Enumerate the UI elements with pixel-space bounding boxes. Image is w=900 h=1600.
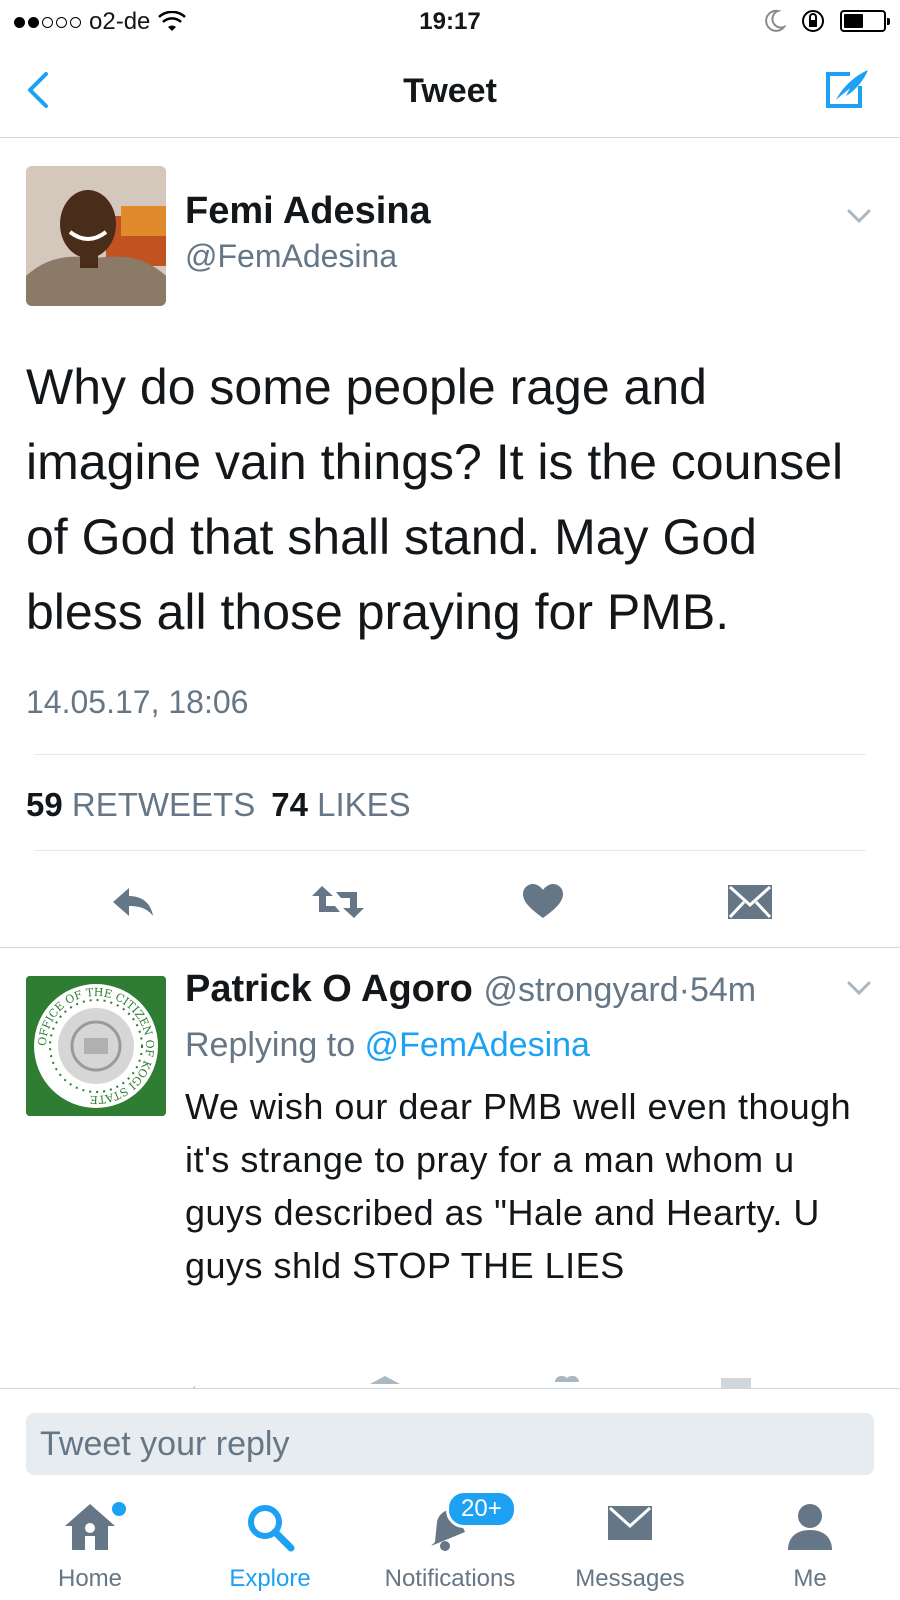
reply-icon [113, 888, 153, 916]
author-avatar[interactable] [26, 166, 166, 306]
tweet-stats: 59 RETWEETS 74 LIKES [26, 786, 411, 824]
reply-input[interactable]: Tweet your reply [26, 1413, 874, 1475]
tweet-timestamp: 14.05.17, 18:06 [26, 684, 249, 720]
reply-author-name[interactable]: Patrick O Agoro [185, 968, 473, 1010]
retweets-count: 59 [26, 786, 63, 823]
reply-text: We wish our dear PMB well even though it… [185, 1086, 852, 1286]
tab-label: Messages [575, 1565, 685, 1592]
kogi-seal-logo: OFFICE OF THE CITIZEN OF KOGI STATE [26, 976, 166, 1116]
tab-label: Explore [229, 1565, 311, 1592]
likes-label: LIKES [317, 786, 411, 823]
author-name[interactable]: Femi Adesina [185, 190, 431, 233]
like-button[interactable] [515, 874, 571, 930]
reply-button[interactable] [105, 874, 161, 930]
divider [34, 754, 866, 755]
reply-author-handle[interactable]: @strongyard [483, 971, 678, 1009]
reply-author-avatar[interactable]: OFFICE OF THE CITIZEN OF KOGI STATE [26, 976, 166, 1116]
author-handle[interactable]: @FemAdesina [185, 238, 397, 275]
direct-message-button[interactable] [722, 874, 778, 930]
tab-notifications[interactable]: 20+ Notifications [360, 1480, 540, 1600]
home-new-dot [112, 1502, 126, 1516]
tab-bar: Home Explore 20+ Notifications Messages [0, 1480, 900, 1600]
replying-to-line: Replying to @FemAdesina [185, 1026, 590, 1065]
status-bar: o2-de 19:17 [0, 0, 900, 44]
battery-icon [840, 10, 890, 32]
battery-level [844, 14, 863, 28]
person-icon [788, 1504, 832, 1550]
tab-label: Me [793, 1565, 827, 1592]
tab-me[interactable]: Me [720, 1480, 900, 1600]
reply-header: Patrick O Agoro @strongyard·54m [185, 968, 756, 1011]
retweet-icon [312, 886, 364, 918]
search-icon [248, 1505, 295, 1552]
tweet-options-button[interactable] [846, 208, 872, 229]
tab-home[interactable]: Home [0, 1480, 180, 1600]
tab-label: Home [57, 1565, 123, 1592]
meta-separator: · [678, 971, 690, 1009]
moon-icon [765, 9, 786, 32]
chevron-down-icon [847, 209, 871, 224]
orientation-lock-icon [802, 10, 824, 32]
avatar-photo [26, 166, 166, 306]
reply-options-button[interactable] [846, 980, 872, 1001]
retweets-stat[interactable]: 59 RETWEETS [26, 786, 255, 824]
tweet-actions [0, 874, 900, 934]
tab-label: Notifications [384, 1565, 516, 1592]
notifications-badge: 20+ [446, 1490, 517, 1528]
reply-composer-bar: Tweet your reply [0, 1388, 900, 1480]
home-icon [65, 1504, 115, 1550]
likes-count: 74 [271, 786, 308, 823]
page-title: Tweet [403, 72, 497, 110]
reply-actions-partial [185, 1372, 785, 1388]
replying-mention-link[interactable]: @FemAdesina [365, 1026, 590, 1064]
nav-bar: Tweet [0, 44, 900, 138]
envelope-icon [728, 885, 772, 919]
heart-icon [523, 884, 563, 918]
divider [34, 850, 866, 851]
likes-stat[interactable]: 74 LIKES [271, 786, 410, 824]
compose-icon [826, 70, 868, 108]
reply-time-ago: 54m [689, 971, 757, 1009]
retweets-label: RETWEETS [71, 786, 256, 823]
envelope-icon [608, 1506, 652, 1540]
reply-action-icons [193, 1375, 751, 1388]
retweet-button[interactable] [310, 874, 366, 930]
tab-messages[interactable]: Messages [540, 1480, 720, 1600]
tweet-text: Why do some people rage and imagine vain… [26, 359, 844, 640]
tab-explore[interactable]: Explore [180, 1480, 360, 1600]
reply-tweet[interactable]: OFFICE OF THE CITIZEN OF KOGI STATE Patr… [0, 948, 900, 1388]
chevron-down-icon [847, 981, 871, 996]
main-tweet: Femi Adesina @FemAdesina Why do some peo… [0, 138, 900, 948]
compose-tweet-button[interactable] [820, 64, 872, 114]
replying-prefix: Replying to [185, 1026, 356, 1064]
